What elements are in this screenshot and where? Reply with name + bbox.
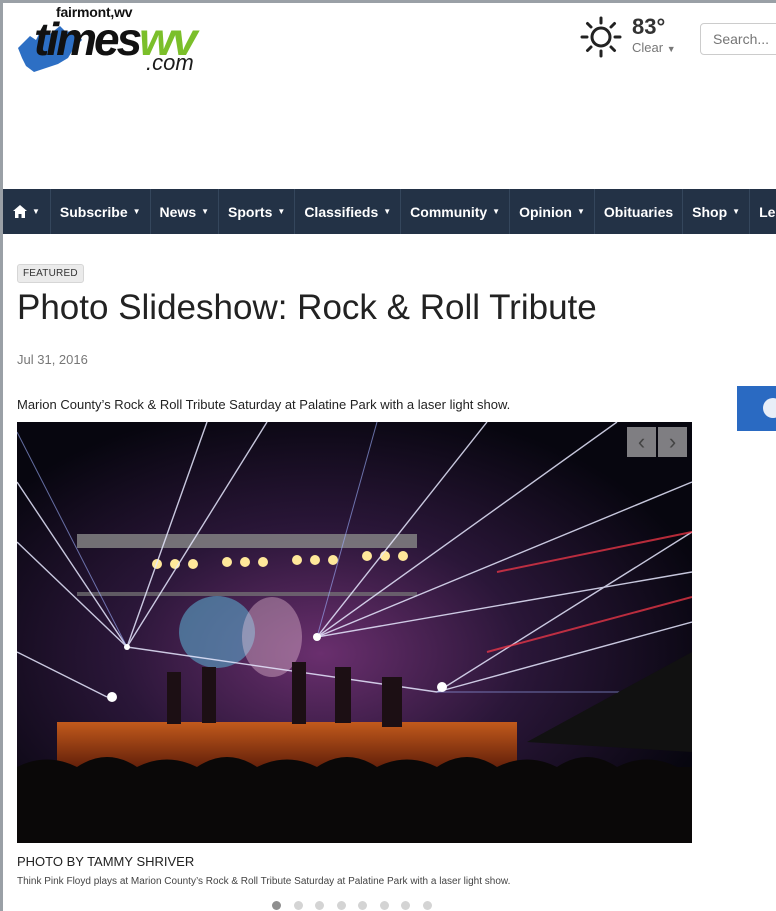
nav-item-sports[interactable]: Sports ▼: [219, 189, 296, 234]
chevron-down-icon: ▼: [201, 207, 210, 216]
nav-item-news[interactable]: News ▼: [151, 189, 220, 234]
weather-temperature: 83°: [632, 14, 666, 39]
nav-item-label: Shop: [692, 203, 728, 220]
nav-item-label: Community: [410, 203, 488, 220]
nav-item-subscribe[interactable]: Subscribe ▼: [51, 189, 151, 234]
search-input[interactable]: [701, 24, 776, 54]
article-date: Jul 31, 2016: [17, 352, 88, 367]
main-nav: ▼ Subscribe ▼ News ▼ Sports ▼ Classifieds ▼ …: [3, 189, 776, 234]
featured-badge: FEATURED: [17, 264, 84, 283]
nav-item-legal-notices[interactable]: Legal Notices: [750, 189, 776, 234]
window-left-border: [0, 0, 3, 911]
chevron-down-icon: ▼: [576, 207, 585, 216]
nav-item-classifieds[interactable]: Classifieds ▼: [295, 189, 402, 234]
weather-condition-text: Clear: [632, 40, 664, 55]
nav-item-label: Legal Notices: [759, 203, 776, 220]
slideshow-dot[interactable]: [379, 901, 389, 910]
slideshow-dot[interactable]: [336, 901, 346, 910]
site-logo[interactable]: fairmont,wv timeswv .com: [16, 4, 216, 76]
slideshow-photo[interactable]: ‹ ›: [17, 422, 692, 843]
slideshow-dot[interactable]: [272, 901, 281, 910]
nav-item-label: Subscribe: [59, 203, 128, 220]
chevron-down-icon: ▼: [277, 207, 286, 216]
photo-credit: PHOTO BY TAMMY SHRIVER: [17, 854, 195, 869]
logo-times: times: [34, 13, 142, 65]
globe-icon: [763, 398, 776, 418]
chevron-down-icon: ▼: [32, 207, 40, 216]
slideshow-next-button[interactable]: ›: [658, 427, 687, 457]
concert-laser-photo: [17, 422, 692, 843]
chevron-down-icon: ▼: [732, 207, 741, 216]
photo-caption: Think Pink Floyd plays at Marion County’…: [17, 876, 511, 887]
nav-item-label: Classifieds: [304, 203, 379, 220]
sun-icon: [580, 16, 622, 58]
nav-item-obituaries[interactable]: Obituaries: [595, 189, 684, 234]
nav-item-shop[interactable]: Shop ▼: [683, 189, 751, 234]
weather-widget[interactable]: 83° Clear ▼: [580, 14, 690, 62]
weather-condition: Clear ▼: [632, 40, 676, 55]
logo-dotcom: .com: [146, 50, 194, 75]
nav-item-opinion[interactable]: Opinion ▼: [510, 189, 595, 234]
home-icon: [13, 205, 27, 218]
window-top-border: [0, 0, 776, 3]
chevron-down-icon: ▼: [492, 207, 501, 216]
nav-item-label: Sports: [228, 203, 273, 220]
slideshow-dot[interactable]: [401, 901, 410, 910]
slideshow-dot[interactable]: [315, 901, 324, 910]
slideshow-prev-button[interactable]: ‹: [627, 427, 656, 457]
side-share-tab[interactable]: [737, 386, 776, 431]
chevron-down-icon: ▼: [383, 207, 392, 216]
nav-home[interactable]: ▼: [3, 189, 51, 234]
slideshow-dot[interactable]: [358, 901, 367, 910]
nav-item-label: Obituaries: [603, 203, 674, 220]
search-box[interactable]: [700, 23, 776, 55]
nav-item-label: News: [159, 203, 197, 220]
nav-item-community[interactable]: Community ▼: [401, 189, 511, 234]
article-summary: Marion County’s Rock & Roll Tribute Satu…: [17, 397, 511, 412]
slideshow-pagination: [272, 901, 444, 910]
chevron-down-icon: ▼: [666, 44, 676, 54]
nav-item-label: Opinion: [519, 203, 572, 220]
slideshow-dot[interactable]: [422, 901, 432, 910]
chevron-down-icon: ▼: [132, 207, 141, 216]
article-headline: Photo Slideshow: Rock & Roll Tribute: [17, 288, 597, 327]
slideshow-dot[interactable]: [293, 901, 303, 910]
